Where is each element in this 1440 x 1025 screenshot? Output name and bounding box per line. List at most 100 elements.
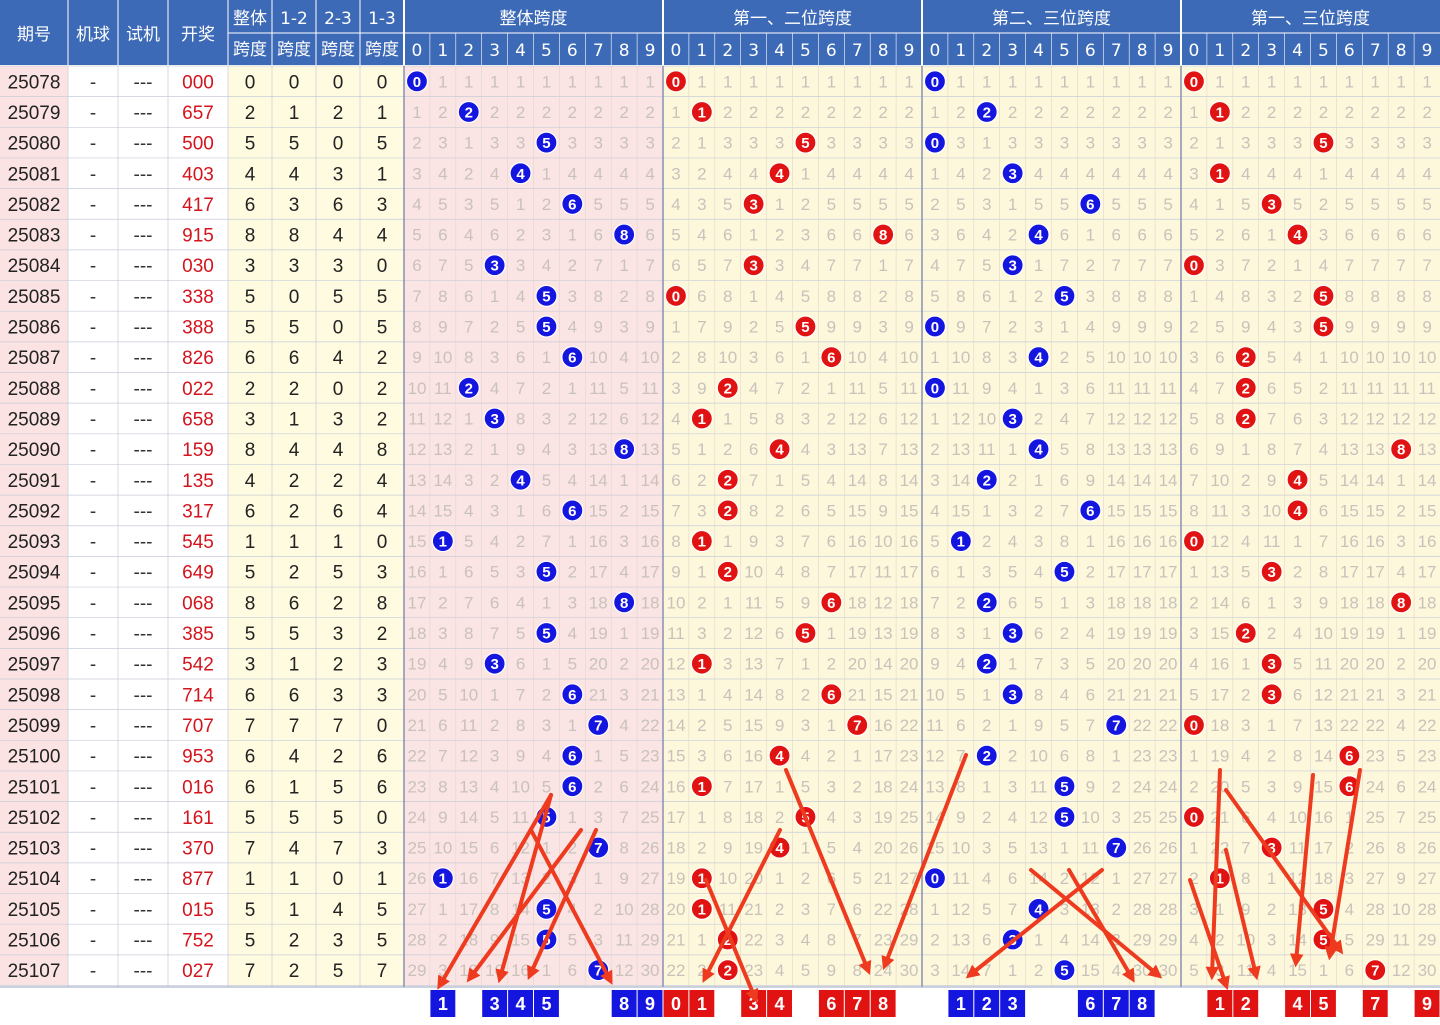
miss-count: 8	[671, 532, 680, 551]
miss-count: 1	[982, 134, 991, 153]
miss-count: 17	[848, 563, 867, 582]
miss-count: 5	[1112, 195, 1121, 214]
miss-count: 6	[1396, 777, 1405, 796]
miss-count: 8	[723, 808, 732, 827]
digit-header-2-9: 9	[1163, 41, 1174, 61]
trend-ball-label: 4	[516, 472, 525, 489]
header-machine: 机球	[76, 25, 110, 45]
miss-count: 4	[1086, 164, 1095, 183]
miss-count: 6	[412, 256, 421, 275]
miss-count: 6	[1422, 226, 1431, 245]
miss-count: 1	[1215, 72, 1224, 91]
span-value: 2	[377, 348, 388, 369]
trial-number: ---	[134, 869, 153, 890]
issue-number: 25094	[8, 563, 61, 584]
miss-count: 11	[1341, 379, 1359, 398]
miss-count: 1	[1086, 72, 1095, 91]
miss-count: 5	[1345, 195, 1354, 214]
machine-ball: -	[90, 226, 96, 247]
digit-header-3-7: 7	[1370, 41, 1381, 61]
miss-count: 2	[1189, 318, 1198, 337]
trend-ball-label: 3	[1267, 564, 1275, 581]
miss-count: 5	[1086, 655, 1095, 674]
miss-count: 4	[1189, 379, 1198, 398]
miss-count: 9	[464, 655, 473, 674]
miss-count: 6	[930, 563, 939, 582]
miss-count: 14	[1081, 931, 1100, 950]
miss-count: 8	[490, 900, 499, 919]
trend-ball-label: 3	[749, 258, 757, 275]
miss-count: 4	[568, 318, 577, 337]
miss-count: 25	[900, 808, 919, 827]
miss-count: 7	[464, 318, 473, 337]
miss-count: 3	[1319, 409, 1328, 428]
span-value: 2	[289, 471, 300, 492]
miss-count: 7	[1371, 256, 1380, 275]
span-value: 0	[377, 256, 388, 277]
miss-count: 2	[801, 685, 810, 704]
miss-count: 1	[1008, 287, 1017, 306]
miss-count: 3	[516, 563, 525, 582]
trend-ball-label: 2	[724, 963, 732, 980]
trial-number: ---	[134, 777, 153, 798]
miss-count: 21	[1107, 685, 1126, 704]
miss-count: 7	[904, 256, 913, 275]
header-span_12-line2: 跨度	[277, 40, 311, 60]
trend-ball-label: 3	[1008, 626, 1016, 643]
miss-count: 25	[1159, 808, 1178, 827]
miss-count: 7	[464, 593, 473, 612]
miss-count: 23	[900, 747, 919, 766]
miss-count: 21	[1366, 685, 1385, 704]
miss-count: 1	[1215, 195, 1224, 214]
miss-count: 13	[589, 440, 608, 459]
miss-count: 4	[1163, 164, 1172, 183]
miss-count: 1	[464, 134, 473, 153]
miss-count: 5	[619, 379, 628, 398]
miss-count: 10	[1210, 471, 1229, 490]
issue-number: 25096	[8, 624, 61, 645]
miss-count: 6	[697, 287, 706, 306]
miss-count: 8	[801, 563, 810, 582]
miss-count: 5	[723, 716, 732, 735]
trend-ball-label: 3	[1008, 258, 1016, 275]
trend-ball-label: 0	[672, 74, 680, 91]
miss-count: 4	[723, 685, 732, 704]
miss-count: 1	[930, 348, 939, 367]
miss-count: 2	[1008, 318, 1017, 337]
miss-count: 20	[1107, 655, 1126, 674]
miss-count: 1	[1034, 931, 1043, 950]
miss-count: 27	[1366, 869, 1385, 888]
miss-count: 18	[1418, 593, 1437, 612]
miss-count: 4	[878, 164, 887, 183]
miss-count: 1	[982, 777, 991, 796]
span-value: 0	[289, 287, 300, 308]
miss-count: 1	[594, 869, 603, 888]
miss-count: 4	[464, 226, 473, 245]
miss-count: 6	[568, 961, 577, 980]
miss-count: 3	[1060, 379, 1069, 398]
miss-count: 3	[956, 624, 965, 643]
miss-count: 21	[589, 685, 608, 704]
trial-number: ---	[134, 685, 153, 706]
prediction-digit: 3	[490, 994, 500, 1014]
miss-count: 4	[619, 716, 628, 735]
miss-count: 3	[697, 501, 706, 520]
miss-count: 3	[982, 195, 991, 214]
miss-count: 1	[697, 808, 706, 827]
miss-count: 8	[1189, 501, 1198, 520]
miss-count: 9	[619, 869, 628, 888]
miss-count: 9	[801, 593, 810, 612]
miss-count: 3	[671, 379, 680, 398]
trial-number: ---	[134, 563, 153, 584]
miss-count: 18	[848, 593, 867, 612]
miss-count: 4	[1008, 532, 1017, 551]
miss-count: 3	[1189, 624, 1198, 643]
miss-count: 13	[1366, 440, 1385, 459]
miss-count: 3	[671, 164, 680, 183]
miss-count: 3	[542, 409, 551, 428]
miss-count: 21	[1418, 685, 1437, 704]
miss-count: 1	[982, 72, 991, 91]
machine-ball: -	[90, 961, 96, 982]
miss-count: 22	[874, 900, 893, 919]
trend-ball-label: 3	[1267, 196, 1275, 213]
